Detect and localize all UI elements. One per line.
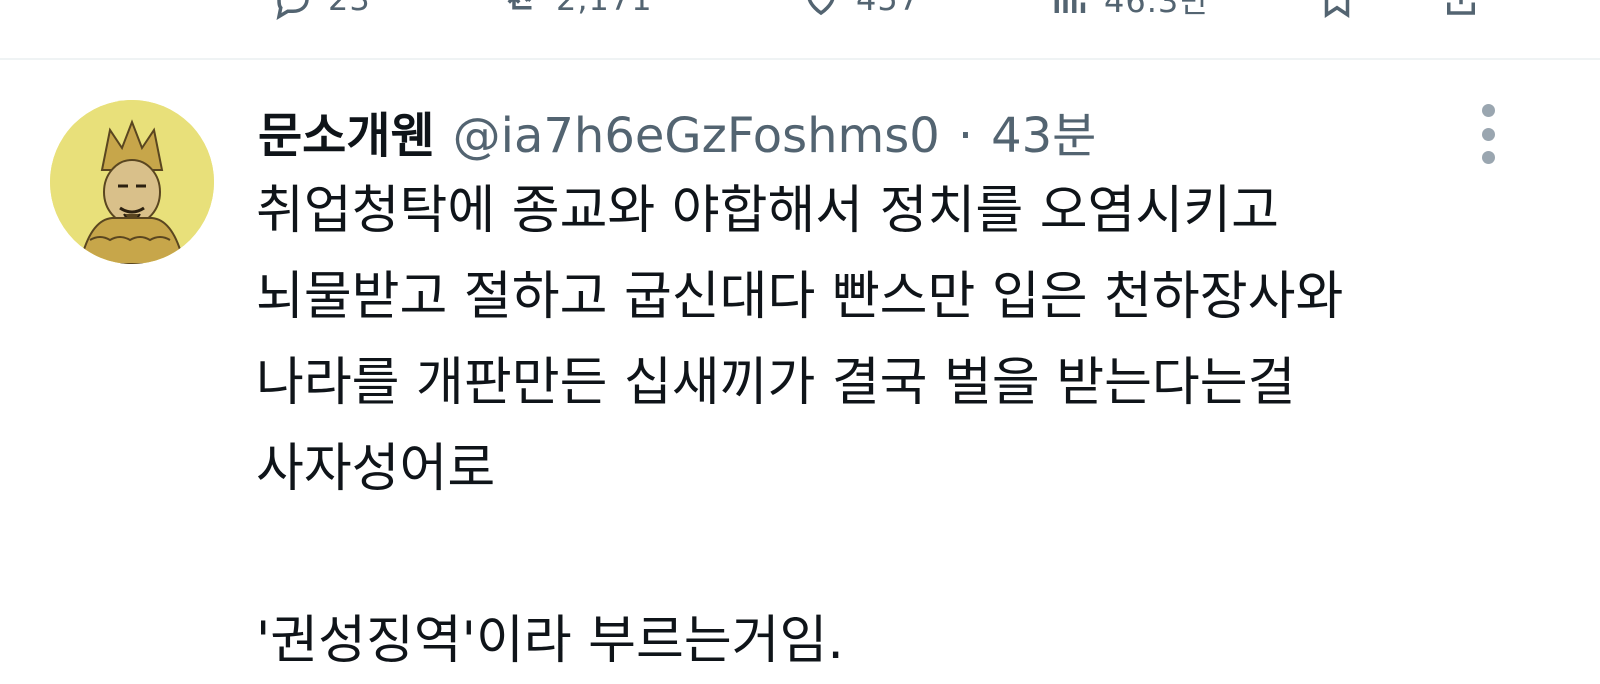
views-button[interactable]: 46.3만 [1048,0,1210,20]
view-count: 46.3만 [1104,0,1210,20]
like-count: 457 [856,0,920,18]
more-dot-icon [1481,104,1495,117]
tweet-text-line: '권성징역'이라 부르는거임. [256,611,844,671]
avatar[interactable] [50,100,214,264]
avatar-portrait-icon [50,100,214,264]
retweet-button[interactable]: 2,171 [500,0,653,18]
tweet-text: 취업청탁에 종교와 야합해서 정치를 오염시키고 뇌물받고 절하고 굽신대다 빤… [256,168,1456,684]
user-handle[interactable]: @ia7h6eGzFoshms0 [453,108,940,164]
tweet-action-bar: 23 2,171 457 46.3만 [0,0,1600,60]
like-icon [807,0,835,16]
tweet-text-line: 취업청탁에 종교와 야합해서 정치를 오염시키고 [256,181,1279,241]
bookmark-button[interactable] [1316,0,1358,19]
tweet[interactable]: 문소개웬 @ia7h6eGzFoshms0 · 43분 취업청탁에 종교와 야합… [0,60,1600,675]
tweet-text-line [256,512,1456,598]
reply-count: 23 [328,0,371,18]
more-dot-icon [1481,127,1495,141]
more-dot-icon [1481,151,1495,164]
timestamp[interactable]: 43분 [991,96,1096,166]
tweet-text-line: 사자성어로 [256,439,496,499]
share-icon [1447,0,1475,15]
views-icon [1054,0,1086,13]
retweet-icon [507,0,532,10]
retweet-count: 2,171 [556,0,653,18]
share-button[interactable] [1440,0,1482,16]
display-name[interactable]: 문소개웬 [258,96,435,166]
like-button[interactable]: 457 [800,0,920,18]
tweet-header: 문소개웬 @ia7h6eGzFoshms0 · 43분 [258,96,1096,166]
tweet-text-line: 나라를 개판만든 십새끼가 결국 벌을 받는다는걸 [256,353,1296,413]
reply-icon [276,0,309,20]
reply-button[interactable]: 23 [272,0,371,20]
bookmark-icon [1324,0,1350,19]
separator-dot: · [957,108,974,164]
tweet-text-line: 뇌물받고 절하고 굽신대다 빤스만 입은 천하장사와 [256,267,1344,327]
more-options-button[interactable] [1472,104,1504,164]
